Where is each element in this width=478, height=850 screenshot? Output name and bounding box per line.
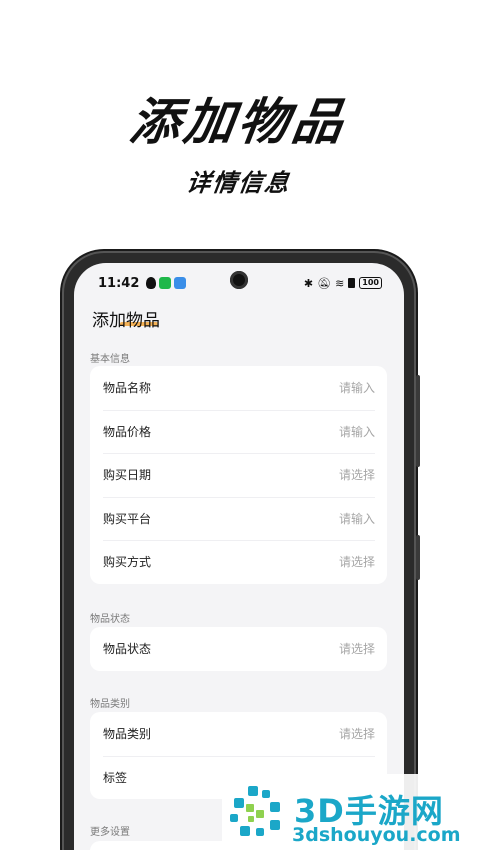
form-row-item-status[interactable]: 物品状态 请选择 bbox=[90, 627, 387, 671]
item-price-input[interactable]: 请输入 bbox=[339, 423, 375, 440]
purchase-platform-input[interactable]: 请输入 bbox=[339, 510, 375, 527]
form-row-item-name[interactable]: 物品名称 请输入 bbox=[90, 366, 387, 410]
form-row-purchase-date[interactable]: 购买日期 请选择 bbox=[90, 453, 387, 497]
basic-info-card: 物品名称 请输入 物品价格 请输入 购买日期 请选择 购买平台 请输入 购买方式… bbox=[90, 366, 387, 584]
row-label: 物品价格 bbox=[103, 424, 152, 439]
row-label: 购买平台 bbox=[103, 511, 152, 526]
volume-button bbox=[416, 375, 420, 467]
section-label-status: 物品状态 bbox=[90, 614, 130, 625]
item-status-select[interactable]: 请选择 bbox=[339, 640, 375, 657]
phone-screen: 11:42 ✱ 🔕︎ ≋ 100 添加物品 基本信息 物品名称 请输入 物品价格… bbox=[74, 263, 404, 850]
section-label-more: 更多设置 bbox=[90, 827, 130, 838]
watermark-logo-icon bbox=[230, 786, 280, 836]
sim-icon bbox=[348, 278, 356, 288]
row-label: 物品名称 bbox=[103, 381, 152, 396]
promo-subtitle: 详情信息 bbox=[184, 169, 293, 197]
section-label-category: 物品类别 bbox=[90, 699, 130, 710]
bluetooth-icon: ✱ bbox=[303, 276, 314, 290]
promo-title: 添加物品 bbox=[126, 93, 351, 151]
row-label: 物品状态 bbox=[103, 642, 152, 657]
row-label: 购买日期 bbox=[103, 468, 152, 483]
purchase-date-select[interactable]: 请选择 bbox=[339, 466, 375, 483]
battery-icon: 100 bbox=[359, 277, 382, 289]
qq-icon bbox=[146, 277, 157, 289]
section-label-basic: 基本信息 bbox=[90, 354, 130, 365]
mute-icon: 🔕︎ bbox=[317, 276, 332, 290]
wifi-icon: ≋ bbox=[335, 276, 345, 290]
status-time: 11:42 bbox=[98, 275, 140, 291]
status-card: 物品状态 请选择 bbox=[90, 627, 387, 671]
row-label: 物品类别 bbox=[103, 727, 152, 742]
site-watermark: 3D手游网 3dshouyou.com bbox=[222, 774, 478, 850]
front-camera bbox=[230, 271, 248, 289]
form-row-purchase-platform[interactable]: 购买平台 请输入 bbox=[90, 496, 387, 541]
row-label: 标签 bbox=[103, 770, 128, 785]
item-name-input[interactable]: 请输入 bbox=[339, 379, 375, 396]
form-row-item-price[interactable]: 物品价格 请输入 bbox=[90, 409, 387, 454]
power-button bbox=[416, 535, 420, 580]
form-row-purchase-method[interactable]: 购买方式 请选择 bbox=[90, 540, 387, 584]
purchase-method-select[interactable]: 请选择 bbox=[339, 553, 375, 570]
form-row-item-category[interactable]: 物品类别 请选择 bbox=[90, 712, 387, 756]
page-title: 添加物品 bbox=[92, 311, 160, 331]
wechat-icon bbox=[159, 277, 172, 289]
row-label: 购买方式 bbox=[103, 555, 152, 570]
watermark-url: 3dshouyou.com bbox=[292, 824, 461, 846]
message-app-icon bbox=[174, 277, 187, 289]
item-category-select[interactable]: 请选择 bbox=[339, 725, 375, 742]
